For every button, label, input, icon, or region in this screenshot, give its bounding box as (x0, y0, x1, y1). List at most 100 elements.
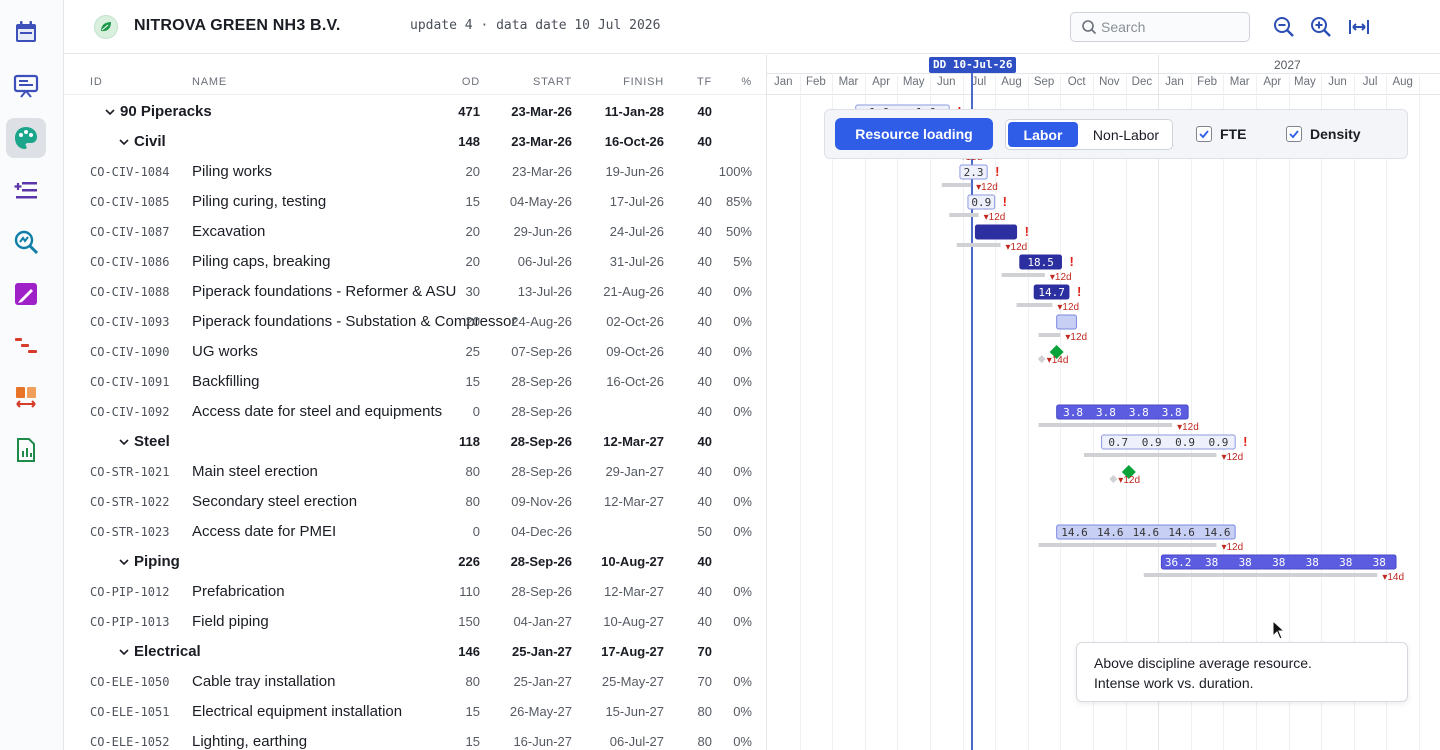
compare-button[interactable] (6, 378, 46, 418)
table-row[interactable]: CO-PIP-1012 Prefabrication 110 28-Sep-26 12-… (64, 577, 766, 607)
zoom-in-button[interactable] (1309, 15, 1333, 39)
finish-date: 21-Aug-26 (603, 284, 664, 299)
activity-name: Field piping (192, 613, 269, 630)
schedule-calendar-button[interactable] (6, 12, 46, 52)
start-date: 25-Jan-27 (513, 674, 572, 689)
group-row[interactable]: Civil 148 23-Mar-26 16-Oct-26 40 (64, 127, 766, 157)
finish-date: 02-Oct-26 (606, 314, 664, 329)
group-row[interactable]: 90 Piperacks 471 23-Mar-26 11-Jan-28 40 (64, 97, 766, 127)
table-row[interactable]: CO-CIV-1091 Backfilling 15 28-Sep-26 16-Oct-… (64, 367, 766, 397)
activity-id: CO-CIV-1085 (90, 195, 170, 209)
chevron-down-icon[interactable] (104, 106, 116, 118)
mouse-cursor-icon (1272, 620, 1286, 640)
table-row[interactable]: CO-CIV-1088 Piperack foundations - Reform… (64, 277, 766, 307)
month-label: Apr (872, 76, 891, 88)
group-row[interactable]: Electrical 146 25-Jan-27 17-Aug-27 70 (64, 637, 766, 667)
timescale-divider (767, 94, 1440, 95)
labor-tab[interactable]: Labor (1008, 122, 1078, 147)
table-row[interactable]: CO-CIV-1087 Excavation 20 29-Jun-26 24-Jul-2… (64, 217, 766, 247)
start-date: 28-Sep-26 (511, 374, 572, 389)
group-row[interactable]: Piping 226 28-Sep-26 10-Aug-27 40 (64, 547, 766, 577)
fte-label[interactable]: FTE (1220, 126, 1246, 142)
density-checkbox[interactable] (1286, 126, 1302, 142)
col-header-od[interactable]: OD (462, 76, 480, 88)
leaf-icon (101, 22, 111, 32)
total-float: 40 (697, 374, 712, 389)
analysis-button[interactable] (6, 222, 46, 262)
non-labor-tab[interactable]: Non-Labor (1082, 122, 1170, 147)
sidebar (0, 0, 64, 750)
total-float: 40 (697, 464, 712, 479)
month-label: Dec (1131, 76, 1153, 88)
search-input[interactable] (1101, 18, 1241, 36)
start-date: 28-Sep-26 (511, 584, 572, 599)
calendar-icon (16, 21, 36, 42)
table-row[interactable]: CO-CIV-1092 Access date for steel and equ… (64, 397, 766, 427)
table-row[interactable]: CO-ELE-1051 Electrical equipment installa… (64, 697, 766, 727)
activity-list-button[interactable] (6, 170, 46, 210)
activity-name: Piping (134, 553, 180, 570)
cascade-button[interactable] (6, 326, 46, 366)
col-header-start[interactable]: START (533, 76, 572, 88)
activity-id: CO-STR-1023 (90, 525, 170, 539)
finish-date: 12-Mar-27 (604, 584, 664, 599)
table-row[interactable]: CO-CIV-1085 Piling curing, testing 15 04-Ma… (64, 187, 766, 217)
table-row[interactable]: CO-PIP-1013 Field piping 150 04-Jan-27 10-Au… (64, 607, 766, 637)
activity-name: 90 Piperacks (120, 103, 212, 120)
activity-id: CO-CIV-1087 (90, 225, 170, 239)
zoom-out-button[interactable] (1272, 15, 1296, 39)
start-date: 23-Mar-26 (512, 164, 572, 179)
table-row[interactable]: CO-STR-1021 Main steel erection 80 28-Sep-2… (64, 457, 766, 487)
total-float: 40 (697, 434, 712, 449)
table-row[interactable]: CO-CIV-1086 Piling caps, breaking 20 06-Jul… (64, 247, 766, 277)
finish-date: 16-Oct-26 (604, 134, 664, 149)
col-header-id[interactable]: ID (90, 76, 103, 88)
group-row[interactable]: Steel 118 28-Sep-26 12-Mar-27 40 (64, 427, 766, 457)
col-header-pct[interactable]: % (741, 76, 752, 88)
total-float: 40 (697, 224, 712, 239)
chevron-down-icon[interactable] (118, 436, 130, 448)
swap-blocks-icon (16, 387, 36, 408)
original-duration: 110 (459, 584, 480, 599)
col-header-name[interactable]: NAME (192, 76, 227, 88)
pen-icon (15, 283, 37, 305)
density-label[interactable]: Density (1310, 126, 1361, 142)
chevron-down-icon[interactable] (118, 136, 130, 148)
tooltip-line-2: Intense work vs. duration. (1094, 675, 1254, 691)
table-row[interactable]: CO-STR-1023 Access date for PMEI 0 04-Dec-2… (64, 517, 766, 547)
data-date-line[interactable] (971, 65, 973, 750)
activity-name: Backfilling (192, 373, 260, 390)
activity-id: CO-PIP-1013 (90, 615, 170, 629)
month-label: Jun (1328, 76, 1347, 88)
search-box[interactable] (1070, 12, 1250, 42)
original-duration: 148 (458, 134, 480, 149)
finish-date: 09-Oct-26 (606, 344, 664, 359)
activity-name: Cable tray installation (192, 673, 336, 690)
check-icon (1199, 130, 1209, 139)
start-date: 28-Sep-26 (510, 554, 572, 569)
original-duration: 0 (472, 524, 480, 539)
chevron-down-icon[interactable] (118, 556, 130, 568)
fit-width-button[interactable] (1347, 15, 1371, 39)
resource-loading-button[interactable]: Resource loading (835, 118, 993, 150)
original-duration: 146 (458, 644, 480, 659)
month-label: Jan (1165, 76, 1184, 88)
original-duration: 15 (465, 704, 480, 719)
month-gridline (1419, 75, 1420, 750)
col-header-tf[interactable]: TF (697, 76, 712, 88)
table-row[interactable]: CO-ELE-1050 Cable tray installation 80 25-J… (64, 667, 766, 697)
resource-palette-button[interactable] (6, 118, 46, 158)
table-row[interactable]: CO-CIV-1084 Piling works 20 23-Mar-26 19-Jun… (64, 157, 766, 187)
table-row[interactable]: CO-ELE-1052 Lighting, earthing 15 16-Jun-27… (64, 727, 766, 750)
table-row[interactable]: CO-CIV-1093 Piperack foundations - Substa… (64, 307, 766, 337)
total-float: 70 (697, 674, 712, 689)
table-row[interactable]: CO-CIV-1090 UG works 25 07-Sep-26 09-Oct-26 4… (64, 337, 766, 367)
col-header-finish[interactable]: FINISH (623, 76, 664, 88)
table-row[interactable]: CO-STR-1022 Secondary steel erection 80 09-… (64, 487, 766, 517)
annotate-button[interactable] (6, 274, 46, 314)
chevron-down-icon[interactable] (118, 646, 130, 658)
presentation-button[interactable] (6, 66, 46, 106)
original-duration: 226 (458, 554, 480, 569)
report-button[interactable] (6, 430, 46, 470)
fte-checkbox[interactable] (1196, 126, 1212, 142)
